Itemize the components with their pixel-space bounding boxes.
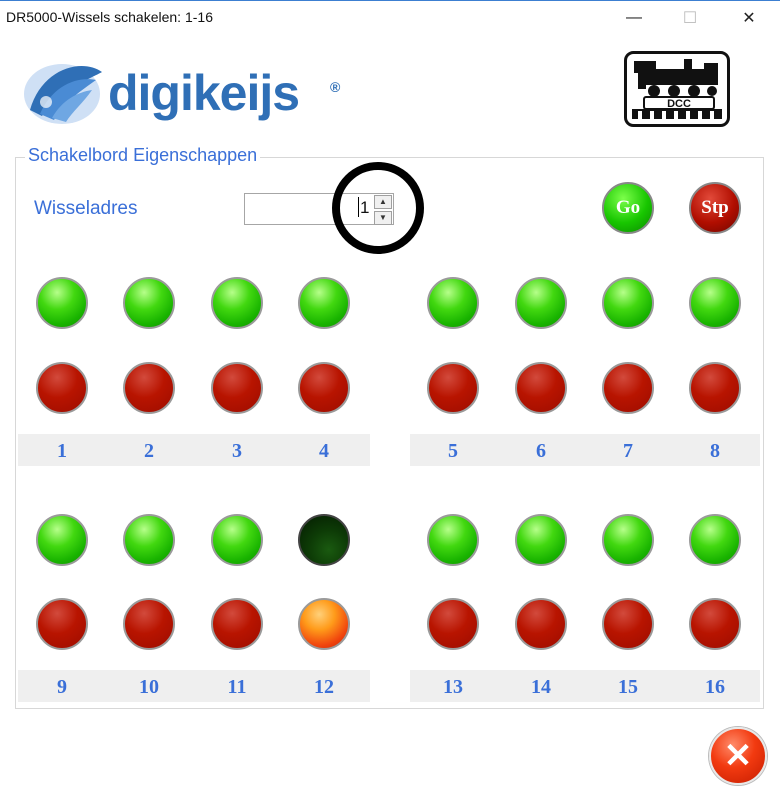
switch-number-label: 3 (232, 440, 242, 462)
switch-number-label: 7 (623, 440, 633, 462)
switch-9-red-led[interactable] (36, 598, 88, 650)
switch-11-red-led[interactable] (211, 598, 263, 650)
switch-10-red-led[interactable] (123, 598, 175, 650)
switch-number-label: 14 (531, 676, 551, 698)
logo-text: digikeijs (108, 65, 300, 121)
switch-number-label: 13 (443, 676, 463, 698)
switch-1-red-led[interactable] (36, 362, 88, 414)
switch-4-green-led[interactable] (298, 277, 350, 329)
group-title: Schakelbord Eigenschappen (25, 145, 261, 166)
switch-4-red-led[interactable] (298, 362, 350, 414)
switch-6-red-led[interactable] (515, 362, 567, 414)
switch-8-green-led[interactable] (689, 277, 741, 329)
switch-number-label: 8 (710, 440, 720, 462)
switch-13-green-led[interactable] (427, 514, 479, 566)
switch-12-green-led[interactable] (298, 514, 350, 566)
switch-9-green-led[interactable] (36, 514, 88, 566)
switch-3-red-led[interactable] (211, 362, 263, 414)
switch-13-red-led[interactable] (427, 598, 479, 650)
switch-10-green-led[interactable] (123, 514, 175, 566)
switch-number-label: 4 (319, 440, 329, 462)
switch-3-green-led[interactable] (211, 277, 263, 329)
switch-number-label: 10 (139, 676, 159, 698)
close-dialog-button[interactable]: ✕ (709, 727, 767, 785)
switch-7-green-led[interactable] (602, 277, 654, 329)
highlight-circle-annotation (332, 162, 424, 254)
switch-15-red-led[interactable] (602, 598, 654, 650)
switch-number-label: 11 (227, 676, 247, 698)
title-bar: DR5000-Wissels schakelen: 1-16 — ☐ ✕ (0, 0, 780, 34)
switch-5-red-led[interactable] (427, 362, 479, 414)
minimize-button[interactable]: — (612, 1, 656, 34)
go-button[interactable]: Go (602, 182, 654, 234)
switch-12-red-led[interactable] (298, 598, 350, 650)
switch-7-red-led[interactable] (602, 362, 654, 414)
stop-button[interactable]: Stp (689, 182, 741, 234)
switch-number-label: 16 (705, 676, 725, 698)
logo-registered: ® (330, 79, 341, 95)
switch-15-green-led[interactable] (602, 514, 654, 566)
switch-5-green-led[interactable] (427, 277, 479, 329)
window-title: DR5000-Wissels schakelen: 1-16 (6, 9, 213, 25)
close-x-icon: ✕ (723, 737, 753, 775)
switch-2-green-led[interactable] (123, 277, 175, 329)
switch-number-label: 9 (57, 676, 67, 698)
close-window-button[interactable]: ✕ (727, 1, 771, 34)
switch-14-green-led[interactable] (515, 514, 567, 566)
switch-number-label: 5 (448, 440, 458, 462)
switch-11-green-led[interactable] (211, 514, 263, 566)
switch-2-red-led[interactable] (123, 362, 175, 414)
switch-number-label: 1 (57, 440, 67, 462)
switch-1-green-led[interactable] (36, 277, 88, 329)
switch-8-red-led[interactable] (689, 362, 741, 414)
dcc-logo-icon: DCC (624, 51, 730, 127)
maximize-button[interactable]: ☐ (668, 1, 712, 34)
switch-6-green-led[interactable] (515, 277, 567, 329)
switch-number-label: 6 (536, 440, 546, 462)
switch-number-label: 15 (618, 676, 638, 698)
switch-14-red-led[interactable] (515, 598, 567, 650)
switch-number-label: 2 (144, 440, 154, 462)
switch-16-red-led[interactable] (689, 598, 741, 650)
address-label: Wisseladres (34, 198, 138, 219)
switch-number-label: 12 (314, 676, 334, 698)
dcc-text: DCC (667, 98, 691, 110)
switch-16-green-led[interactable] (689, 514, 741, 566)
